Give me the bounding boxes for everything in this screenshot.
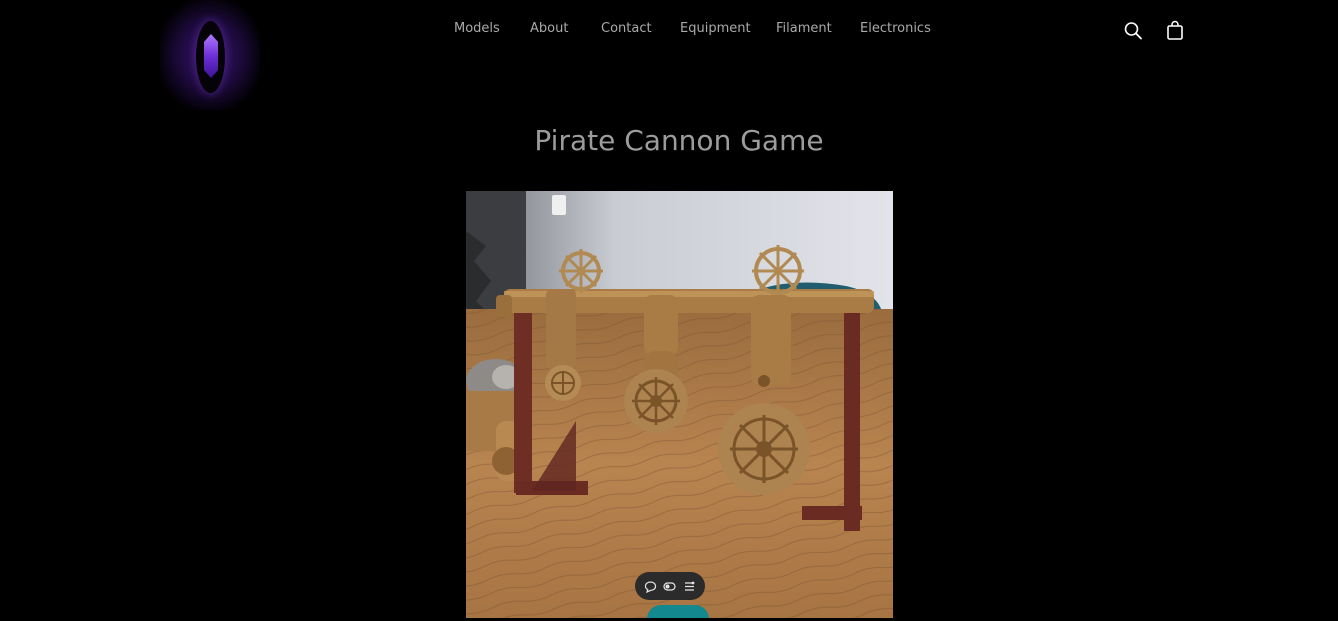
nav-electronics[interactable]: Electronics	[860, 21, 931, 36]
shopping-bag-icon[interactable]	[1165, 20, 1185, 42]
menu-icon[interactable]	[683, 580, 696, 593]
action-button[interactable]	[647, 605, 709, 618]
search-icon[interactable]	[1123, 20, 1143, 42]
comment-icon[interactable]	[644, 580, 657, 593]
nav-equipment[interactable]: Equipment	[680, 21, 751, 36]
page: Models About Contact Equipment Filament …	[0, 0, 1338, 621]
nav-about[interactable]: About	[530, 21, 568, 36]
image-toolbar	[635, 572, 705, 600]
nav-models[interactable]: Models	[454, 21, 500, 36]
toggle-icon[interactable]	[663, 580, 677, 593]
site-logo[interactable]	[160, 0, 260, 110]
product-image[interactable]	[466, 191, 893, 618]
nav-filament[interactable]: Filament	[776, 21, 832, 36]
page-title: Pirate Cannon Game	[534, 124, 824, 157]
pirate-cannon-game-photo	[466, 191, 893, 618]
nav-contact[interactable]: Contact	[601, 21, 652, 36]
